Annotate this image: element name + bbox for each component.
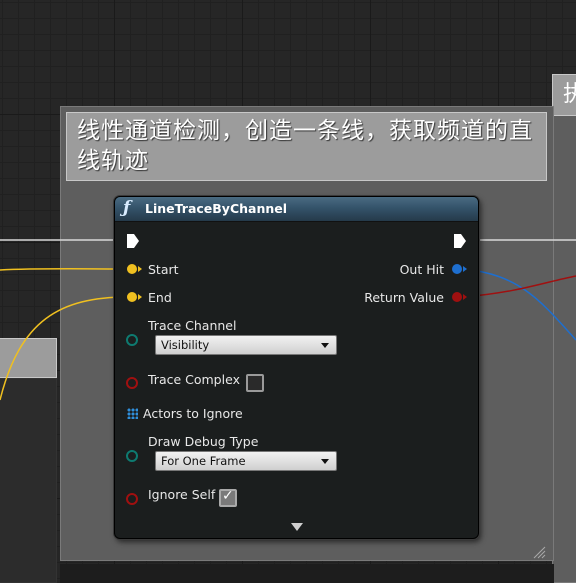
ignore-self-label: Ignore Self: [148, 487, 216, 502]
function-icon: ƒ: [123, 198, 131, 218]
end-wire[interactable]: [0, 296, 129, 401]
trace-channel-value: Visibility: [161, 338, 210, 352]
end-pin-arrow-icon: [138, 294, 142, 300]
trace-complex-label: Trace Complex: [148, 372, 240, 387]
exec-out-pin-icon[interactable]: [454, 234, 466, 248]
exec-in-pin-icon[interactable]: [127, 234, 139, 248]
start-pin-arrow-icon: [138, 266, 142, 272]
line-trace-node[interactable]: ƒ LineTraceByChannel Start Out Hit End R…: [114, 196, 479, 539]
chevron-down-icon: [321, 343, 329, 348]
start-pin-icon[interactable]: [127, 264, 137, 274]
trace-complex-pin-icon[interactable]: [126, 377, 138, 389]
ignore-self-pin-icon[interactable]: [126, 493, 138, 505]
return-value-pin-icon[interactable]: [452, 292, 462, 302]
trace-complex-checkbox[interactable]: [246, 374, 264, 392]
node-title: LineTraceByChannel: [145, 201, 288, 216]
return-value-pin-arrow-icon: [463, 294, 467, 300]
array-pin-icon[interactable]: [127, 408, 138, 419]
actors-to-ignore-label: Actors to Ignore: [143, 406, 243, 421]
out-hit-pin-arrow-icon: [463, 266, 467, 272]
end-pin-icon[interactable]: [127, 292, 137, 302]
trace-channel-dropdown[interactable]: Visibility: [155, 335, 337, 355]
ignore-self-checkbox[interactable]: ✓: [219, 488, 237, 507]
start-wire[interactable]: [0, 268, 129, 271]
checkmark-icon: ✓: [222, 488, 234, 504]
end-label: End: [148, 290, 172, 305]
draw-debug-type-dropdown[interactable]: For One Frame: [155, 451, 337, 471]
out-hit-label: Out Hit: [399, 262, 444, 277]
start-label: Start: [148, 262, 179, 277]
expand-arrow-icon[interactable]: [291, 523, 303, 531]
out-hit-pin-icon[interactable]: [452, 264, 462, 274]
return-value-label: Return Value: [364, 290, 444, 305]
draw-debug-type-pin-icon[interactable]: [126, 450, 138, 462]
draw-debug-type-value: For One Frame: [161, 454, 246, 468]
node-header[interactable]: ƒ LineTraceByChannel: [115, 197, 478, 222]
trace-channel-label: Trace Channel: [148, 318, 237, 333]
draw-debug-type-label: Draw Debug Type: [148, 434, 259, 449]
chevron-down-icon: [321, 459, 329, 464]
trace-channel-pin-icon[interactable]: [126, 334, 138, 346]
